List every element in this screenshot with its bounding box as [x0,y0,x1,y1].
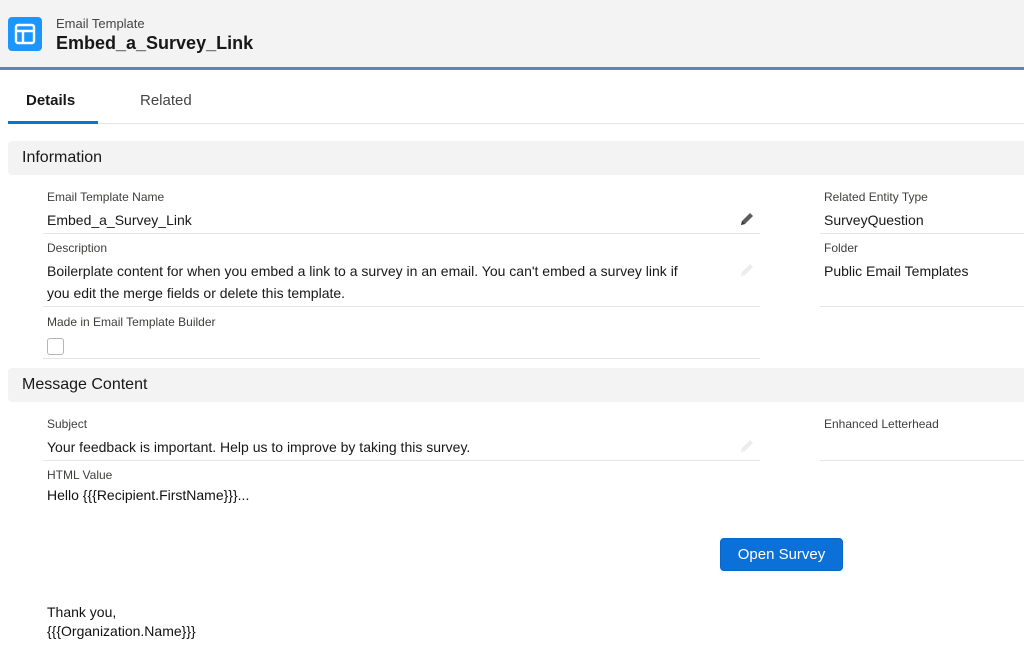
field-divider [820,233,1024,234]
field-label-description: Description [47,241,108,255]
field-label-related-entity-type: Related Entity Type [824,190,928,204]
field-label-enhanced-letterhead: Enhanced Letterhead [824,417,939,431]
section-title: Information [22,149,103,166]
made-in-builder-checkbox[interactable] [47,338,64,355]
field-value-description-line2: you edit the merge fields or delete this… [47,285,346,301]
field-value-related-entity-type: SurveyQuestion [824,212,924,228]
record-header: Email Template Embed_a_Survey_Link [0,0,1024,70]
field-value-folder[interactable]: Public Email Templates [824,260,968,282]
field-value-subject: Your feedback is important. Help us to i… [47,439,471,455]
pencil-icon[interactable] [739,211,755,227]
pencil-icon[interactable] [739,438,755,454]
section-header-message-content[interactable]: Message Content [8,368,1024,402]
field-value-description-line1: Boilerplate content for when you embed a… [47,263,678,279]
email-greeting: Hello {{{Recipient.FirstName}}}... [47,487,250,503]
field-divider [820,460,1024,461]
object-type-label: Email Template [56,16,145,31]
field-label-subject: Subject [47,417,88,431]
open-survey-button[interactable]: Open Survey [720,538,843,571]
tab-related[interactable]: Related [140,92,192,109]
tab-details[interactable]: Details [26,92,75,109]
field-label-made-in-builder: Made in Email Template Builder [47,315,216,329]
section-title: Message Content [22,376,148,393]
field-divider [820,306,1024,307]
field-divider [43,233,760,234]
field-label-email-template-name: Email Template Name [47,190,165,204]
email-closing: Thank you, [47,604,117,620]
section-header-information[interactable]: Information [8,141,1024,175]
field-label-html-value: HTML Value [47,468,113,482]
active-tab-indicator [8,121,98,124]
email-signature: {{{Organization.Name}}} [47,623,196,639]
field-divider [43,460,760,461]
field-label-folder: Folder [824,241,859,255]
field-divider [43,358,760,359]
record-tabs: Details Related [8,76,1024,124]
email-template-icon [8,17,42,51]
field-value-email-template-name: Embed_a_Survey_Link [47,212,192,228]
field-divider [43,306,760,307]
page-title: Embed_a_Survey_Link [56,33,254,53]
pencil-icon[interactable] [739,262,755,278]
